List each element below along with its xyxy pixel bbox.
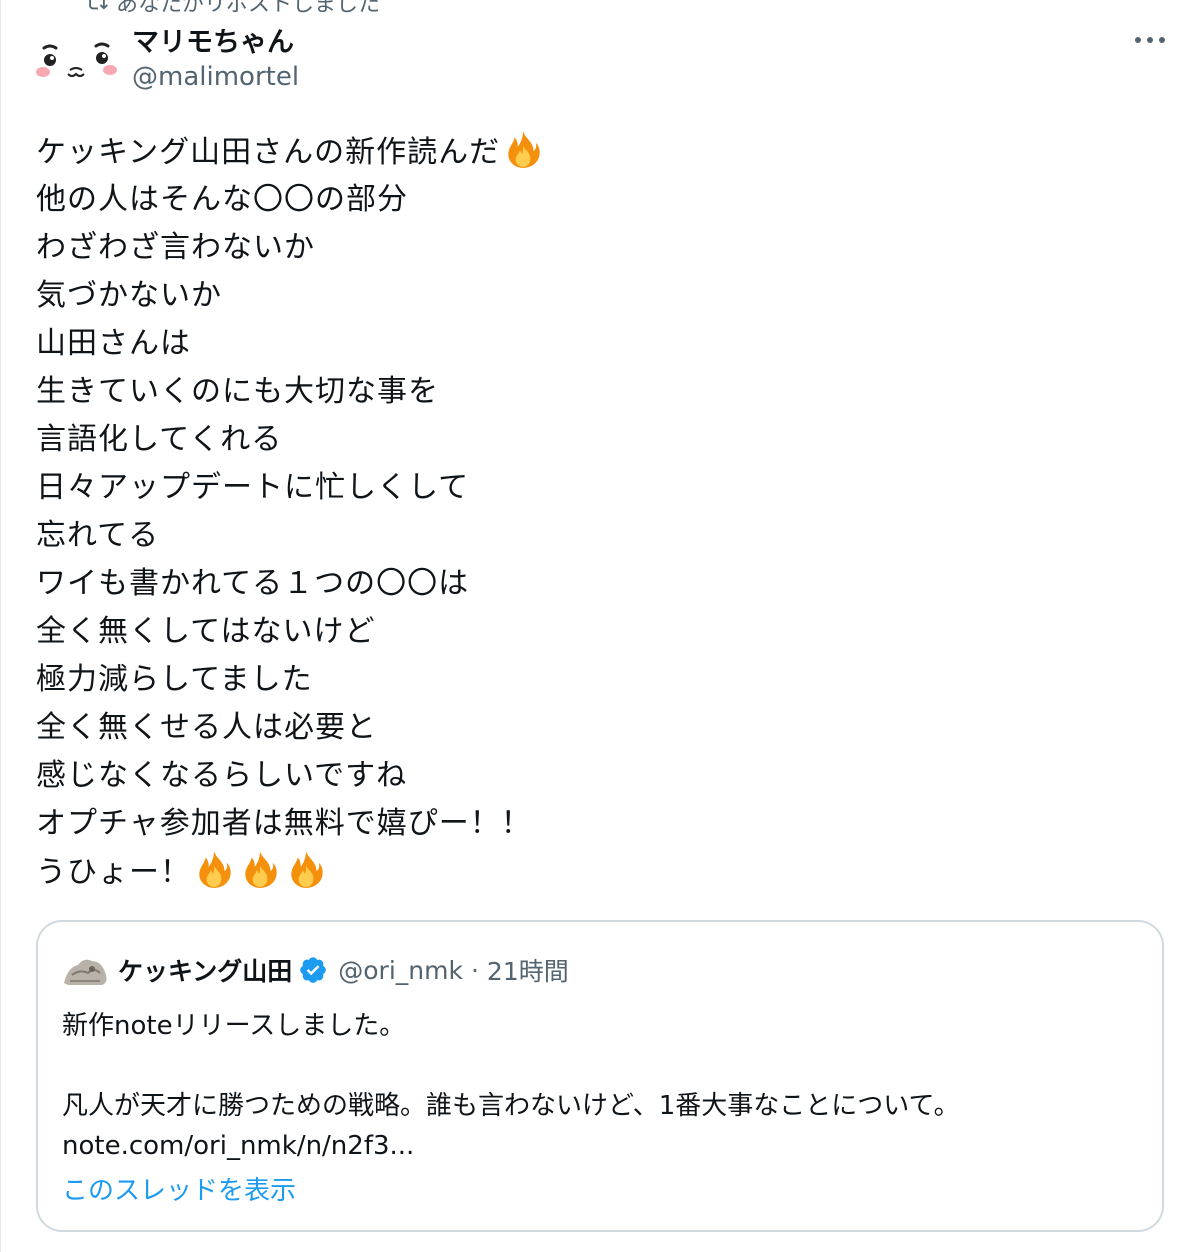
post-text-line: 気づかないか — [36, 272, 1156, 320]
repost-label: あなたがリポストしました — [116, 0, 381, 17]
post-text-line-content: 感じなくなるらしいですね — [36, 758, 408, 793]
post-text-line: 言語化してくれる — [36, 416, 1156, 464]
quoted-post-header: ケッキング山田 @ori_nmk · 21時間 — [62, 952, 569, 988]
repost-icon — [89, 0, 108, 10]
quoted-post-text: 新作noteリリースしました。 凡人が天才に勝つための戦略。誰も言わないけど、1… — [62, 1006, 960, 1166]
quoted-link[interactable]: note.com/ori_nmk/n/n2f3... — [62, 1126, 960, 1166]
timeline-divider — [0, 0, 1, 1252]
post-text-line-content: 他の人はそんな〇〇の部分 — [36, 182, 408, 217]
post-text-line: ケッキング山田さんの新作読んだ — [36, 128, 1156, 176]
post-text-line: 全く無くしてはないけど — [36, 608, 1156, 656]
repost-indicator: あなたがリポストしました — [86, 0, 380, 18]
post-text-line: うひょー！ — [36, 848, 1156, 896]
quoted-text-line: 凡人が天才に勝つための戦略。誰も言わないけど、1番大事なことについて。 — [62, 1091, 960, 1121]
quoted-author-handle[interactable]: @ori_nmk — [338, 956, 463, 985]
verified-badge-icon — [300, 957, 327, 983]
post-text-line: 忘れてる — [36, 512, 1156, 560]
author-avatar[interactable] — [34, 26, 118, 110]
fire-icon — [285, 848, 327, 888]
fire-icon — [193, 848, 235, 888]
post-text-line-content: 山田さんは — [36, 326, 191, 361]
quoted-text-line: 新作noteリリースしました。 — [62, 1011, 406, 1041]
post-text-line: 生きていくのにも大切な事を — [36, 368, 1156, 416]
post-text-line-content: 気づかないか — [36, 278, 222, 313]
post-text-line-content: 日々アップデートに忙しくして — [36, 470, 470, 505]
post-text-line-content: 全く無くしてはないけど — [36, 614, 376, 649]
post-text-line: 感じなくなるらしいですね — [36, 752, 1156, 800]
post-text-line-content: オプチャ参加者は無料で嬉ぴー！！ — [36, 806, 532, 841]
post-text-line: 日々アップデートに忙しくして — [36, 464, 1156, 512]
quoted-post-timestamp[interactable]: 21時間 — [487, 952, 569, 988]
post-text-line: 全く無くせる人は必要と — [36, 704, 1156, 752]
post-text-line-content: 極力減らしてました — [36, 662, 313, 697]
post-text-line-content: 忘れてる — [36, 518, 160, 553]
post-text-line-content: うひょー！ — [36, 855, 191, 890]
separator-dot: · — [470, 955, 479, 985]
author-display-name[interactable]: マリモちゃん — [132, 20, 294, 59]
post-text-line: わざわざ言わないか — [36, 224, 1156, 272]
author-handle[interactable]: @malimortel — [132, 62, 299, 92]
post-text-line-content: ケッキング山田さんの新作読んだ — [36, 135, 501, 170]
show-thread-link[interactable]: このスレッドを表示 — [62, 1170, 296, 1207]
post-text: ケッキング山田さんの新作読んだ 他の人はそんな〇〇の部分 わざわざ言わないか 気づかな… — [36, 128, 1156, 896]
fire-icon — [502, 128, 544, 168]
post-text-line: 極力減らしてました — [36, 656, 1156, 704]
quoted-author-avatar[interactable] — [62, 953, 108, 987]
quoted-post-card[interactable]: ケッキング山田 @ori_nmk · 21時間 新作noteリリースしました。 … — [36, 920, 1164, 1232]
post-text-line: ワイも書かれてる１つの〇〇は — [36, 560, 1156, 608]
post-text-line-content: 言語化してくれる — [36, 422, 283, 457]
quoted-author-display-name[interactable]: ケッキング山田 — [118, 952, 292, 988]
fire-icon — [239, 848, 281, 888]
post-text-line-content: 全く無くせる人は必要と — [36, 710, 377, 745]
more-icon — [1135, 37, 1165, 43]
post-text-line: オプチャ参加者は無料で嬉ぴー！！ — [36, 800, 1156, 848]
quoted-text-blank-line — [62, 1046, 960, 1086]
post-text-line: 他の人はそんな〇〇の部分 — [36, 176, 1156, 224]
post-text-line-content: わざわざ言わないか — [36, 230, 315, 265]
more-options-button[interactable] — [1130, 22, 1170, 58]
post-text-line-content: ワイも書かれてる１つの〇〇は — [36, 566, 470, 601]
post-text-line-content: 生きていくのにも大切な事を — [36, 374, 439, 409]
post-text-line: 山田さんは — [36, 320, 1156, 368]
